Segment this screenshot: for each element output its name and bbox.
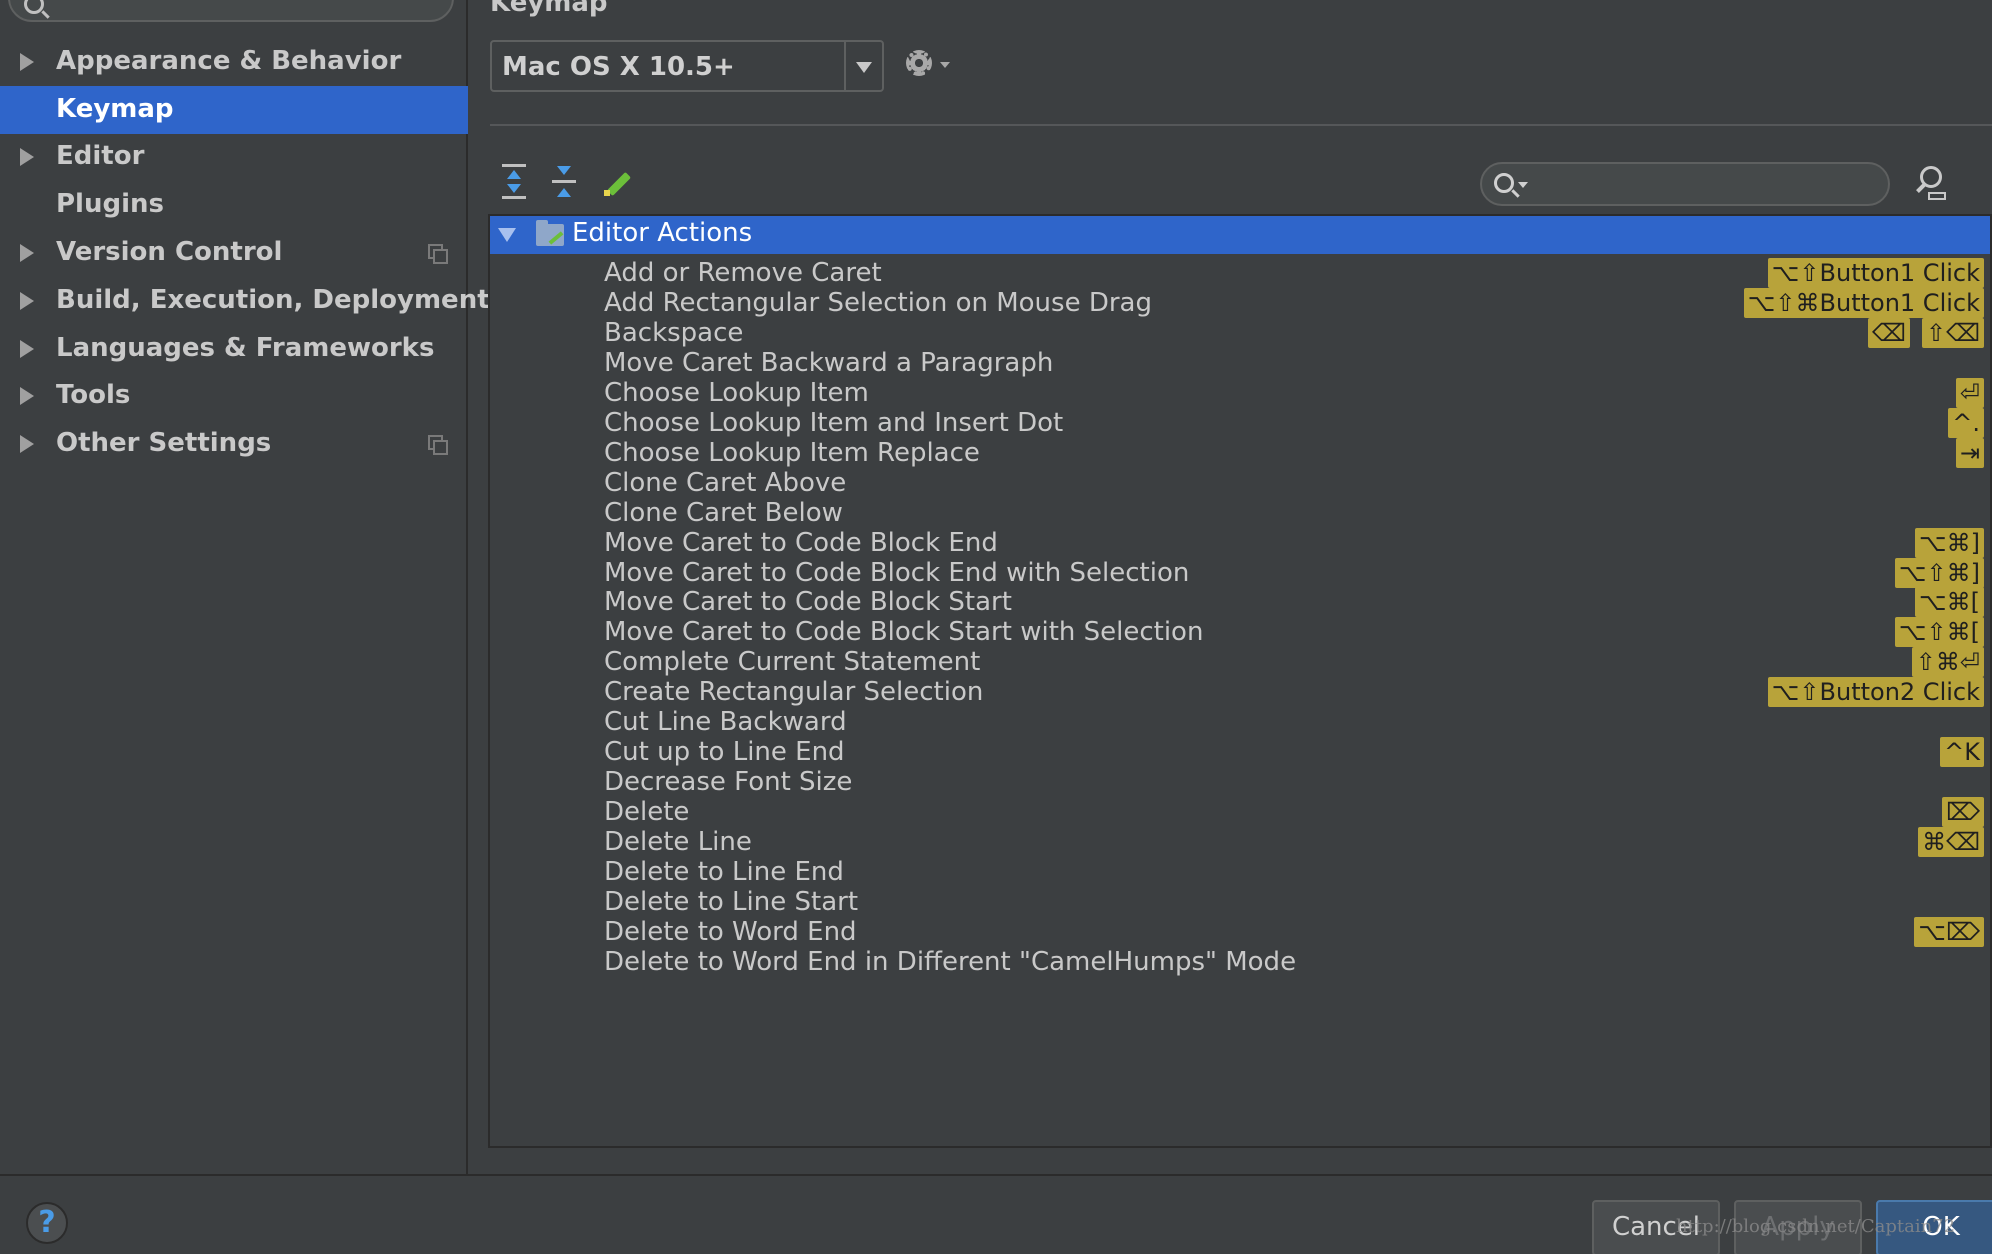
help-button[interactable]: ? <box>26 1202 68 1244</box>
expand-arrow-icon[interactable] <box>498 228 516 242</box>
action-name: Delete to Word End in Different "CamelHu… <box>604 946 1297 977</box>
edit-shortcut-button[interactable] <box>602 168 632 198</box>
sidebar-item-label: Appearance & Behavior <box>56 46 402 76</box>
sidebar-item-version-control[interactable]: Version Control <box>0 229 468 277</box>
action-row[interactable]: Delete to Word End in Different "CamelHu… <box>490 943 1990 981</box>
search-icon <box>24 0 44 14</box>
expand-all-button[interactable] <box>498 164 530 200</box>
sidebar-item-editor[interactable]: Editor <box>0 133 468 181</box>
action-search-input[interactable] <box>1534 168 1874 200</box>
search-icon <box>1494 173 1514 193</box>
sidebar-item-label: Version Control <box>56 237 283 267</box>
keymap-tree[interactable]: Editor Actions Add or Remove Caret ⌥⇧Butt… <box>488 214 1992 1148</box>
copy-icon <box>428 244 448 264</box>
dialog-footer: ? Cancel Apply OK http://blog.csdn.net/C… <box>0 1174 1992 1254</box>
bar-icon <box>552 180 576 183</box>
sidebar-item-label: Tools <box>56 380 131 410</box>
watermark: http://blog.csdn.net/Captain72 <box>1676 1216 1956 1237</box>
action-search-field[interactable] <box>1480 162 1890 206</box>
dropdown-caret-icon[interactable] <box>856 62 872 73</box>
keymap-select[interactable]: Mac OS X 10.5+ <box>490 40 884 92</box>
chevron-down-icon[interactable] <box>1518 182 1528 188</box>
sidebar-item-languages-frameworks[interactable]: Languages & Frameworks <box>0 325 468 373</box>
section-divider <box>490 124 1992 126</box>
arrow-up-icon <box>507 170 521 179</box>
expand-arrow-icon[interactable] <box>20 292 34 310</box>
keyboard-icon <box>1928 192 1946 200</box>
sidebar-item-label: Editor <box>56 141 145 171</box>
expand-arrow-icon[interactable] <box>20 53 34 71</box>
sidebar-item-label: Keymap <box>56 94 174 124</box>
expand-arrow-icon[interactable] <box>20 435 34 453</box>
expand-arrow-icon[interactable] <box>20 387 34 405</box>
sidebar-search-input[interactable] <box>8 0 454 22</box>
folder-icon <box>536 220 564 246</box>
sidebar-item-label: Plugins <box>56 189 164 219</box>
keymap-panel: Keymap Mac OS X 10.5+ Editor Actions Add… <box>470 0 1992 1174</box>
sidebar-item-appearance-behavior[interactable]: Appearance & Behavior <box>0 38 468 86</box>
tree-root-editor-actions[interactable]: Editor Actions <box>490 216 1990 254</box>
sidebar-item-build-execution-deployment[interactable]: Build, Execution, Deployment <box>0 277 490 325</box>
sidebar-item-other-settings[interactable]: Other Settings <box>0 420 468 468</box>
lens-handle-icon <box>1916 183 1926 193</box>
keymap-options-button[interactable] <box>906 50 956 80</box>
edit-pencil-icon <box>606 171 632 197</box>
settings-sidebar: Appearance & Behavior Keymap Editor Plugins… <box>0 0 490 1174</box>
sidebar-item-label: Other Settings <box>56 428 272 458</box>
arrow-down-icon <box>507 184 521 193</box>
keymap-select-value: Mac OS X 10.5+ <box>502 52 735 82</box>
select-divider <box>844 42 846 90</box>
sidebar-item-tools[interactable]: Tools <box>0 372 468 420</box>
sidebar-item-keymap[interactable]: Keymap <box>0 86 468 134</box>
expand-arrow-icon[interactable] <box>20 148 34 166</box>
tree-root-label: Editor Actions <box>572 218 753 248</box>
collapse-all-button[interactable] <box>548 164 580 200</box>
find-by-shortcut-button[interactable] <box>1912 166 1948 202</box>
collapse-all-icon <box>557 166 571 175</box>
expand-arrow-icon[interactable] <box>20 340 34 358</box>
expand-arrow-icon[interactable] <box>20 244 34 262</box>
arrow-up-icon <box>557 188 571 197</box>
sidebar-item-plugins[interactable]: Plugins <box>0 181 468 229</box>
bar-icon <box>502 196 526 199</box>
pencil-tip-icon <box>604 190 610 196</box>
chevron-down-icon <box>940 62 950 68</box>
expand-all-icon <box>502 164 526 167</box>
copy-icon <box>428 435 448 455</box>
sidebar-item-label: Languages & Frameworks <box>56 333 435 363</box>
sidebar-item-label: Build, Execution, Deployment <box>56 285 490 315</box>
gear-icon <box>906 50 932 76</box>
page-title: Keymap <box>490 0 608 18</box>
